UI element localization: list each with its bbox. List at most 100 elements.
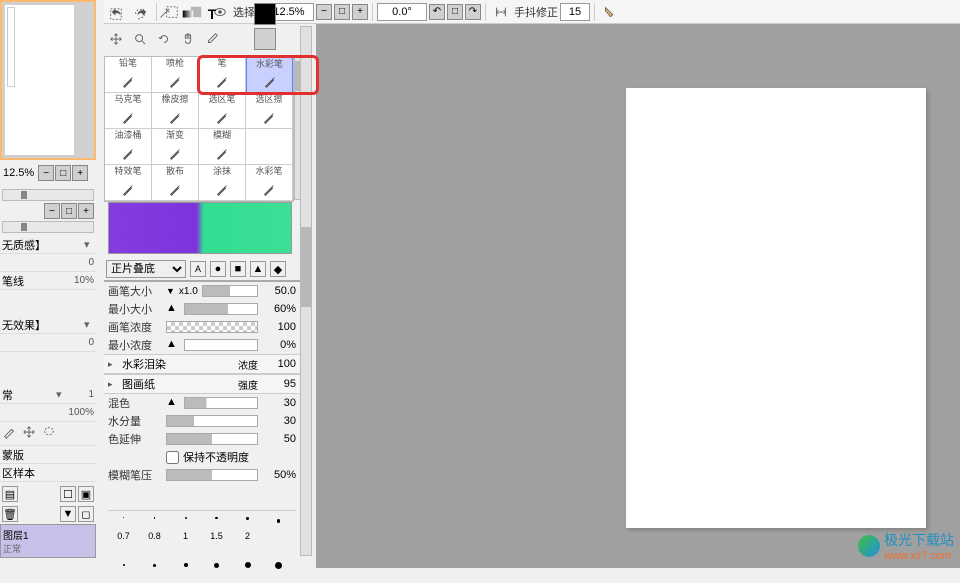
- size-preset[interactable]: [170, 547, 201, 583]
- navigator-canvas[interactable]: [5, 5, 74, 155]
- settings-scrollbar[interactable]: [300, 26, 312, 556]
- size-preset[interactable]: [263, 511, 294, 547]
- layer-item[interactable]: 图层1 正常: [0, 524, 96, 558]
- hand-tool-icon[interactable]: [176, 28, 200, 50]
- brush-gradient[interactable]: 渐变: [152, 129, 199, 165]
- aa-button[interactable]: A: [190, 261, 206, 277]
- size-preset[interactable]: 0.7: [108, 511, 139, 547]
- rotation-input[interactable]: [377, 3, 427, 21]
- prop-texture[interactable]: 无质感】 ▾: [0, 236, 96, 254]
- shape-circle-button[interactable]: ●: [210, 261, 226, 277]
- brush-empty[interactable]: [246, 129, 293, 165]
- prop-normal[interactable]: 常 ▾ 1: [0, 386, 96, 404]
- pressure-icon[interactable]: ▲: [166, 396, 180, 410]
- magic-wand-icon[interactable]: [152, 3, 176, 25]
- zoom-fit-button[interactable]: □: [334, 4, 350, 20]
- canvas-page[interactable]: [626, 88, 926, 528]
- size-preset[interactable]: 1: [170, 511, 201, 547]
- size-preset[interactable]: [263, 547, 294, 583]
- merge-icon[interactable]: ▼: [60, 506, 76, 522]
- nav-btn-3[interactable]: +: [78, 203, 94, 219]
- text-icon[interactable]: T: [200, 3, 224, 25]
- shape-tri-button[interactable]: ▲: [250, 261, 266, 277]
- canvas-viewport[interactable]: [316, 24, 960, 568]
- nav-zoom-in[interactable]: +: [72, 165, 88, 181]
- clear-icon[interactable]: ◻: [78, 506, 94, 522]
- brush-fx[interactable]: 特效笔: [105, 165, 152, 201]
- prop-effect[interactable]: 无效果】 ▾: [0, 316, 96, 334]
- rotate-cw-button[interactable]: ↷: [465, 4, 481, 20]
- prop-sample[interactable]: 区样本: [0, 464, 96, 482]
- spread-slider[interactable]: [166, 433, 258, 445]
- nav-zoom-fit[interactable]: □: [55, 165, 71, 181]
- gradient-icon[interactable]: [176, 3, 200, 25]
- eyedropper-icon[interactable]: [200, 28, 224, 50]
- pressure-icon[interactable]: ▲: [166, 338, 180, 352]
- brush-seleraser[interactable]: 选区擦: [246, 93, 293, 129]
- rotate-tool-icon[interactable]: [152, 28, 176, 50]
- brush-watercolor[interactable]: 水彩笔: [246, 57, 293, 93]
- brush-smudge[interactable]: 涂抹: [199, 165, 246, 201]
- brush-scatter[interactable]: 散布: [152, 165, 199, 201]
- brush-eraser[interactable]: 橡皮擦: [152, 93, 199, 129]
- zoom-out-button[interactable]: −: [316, 4, 332, 20]
- nav-btn-2[interactable]: □: [61, 203, 77, 219]
- keep-opacity-checkbox[interactable]: [166, 451, 179, 464]
- foreground-color[interactable]: [254, 3, 276, 25]
- move-tool-icon[interactable]: [104, 28, 128, 50]
- rotate-reset-button[interactable]: □: [447, 4, 463, 20]
- brush-icon[interactable]: [2, 425, 16, 442]
- rotate-ccw-button[interactable]: ↶: [429, 4, 445, 20]
- nav-slider-2[interactable]: [2, 221, 94, 233]
- background-color[interactable]: [254, 28, 276, 50]
- nav-slider-1[interactable]: [2, 189, 94, 201]
- trash-icon[interactable]: 🗑: [2, 506, 18, 522]
- prop-mask[interactable]: 蒙版: [0, 446, 96, 464]
- paper-section[interactable]: ▸ 图画纸 强度 95: [104, 374, 300, 394]
- rect-select-icon[interactable]: [104, 3, 128, 25]
- nav-btn-1[interactable]: −: [44, 203, 60, 219]
- layer-stack-icon[interactable]: ▤: [2, 486, 18, 502]
- brush-size-slider[interactable]: [202, 285, 258, 297]
- blend-mode-select[interactable]: 正片叠底: [106, 260, 186, 278]
- zoom-tool-icon[interactable]: [128, 28, 152, 50]
- brush-marker[interactable]: 马克笔: [105, 93, 152, 129]
- zoom-in-button[interactable]: +: [352, 4, 368, 20]
- blur-pressure-slider[interactable]: [166, 469, 258, 481]
- brush-airbrush[interactable]: 喷枪: [152, 57, 199, 93]
- size-preset[interactable]: 1.5: [201, 511, 232, 547]
- size-preset[interactable]: 2: [232, 511, 263, 547]
- size-preset[interactable]: [108, 547, 139, 583]
- brush-label: 选区笔: [208, 94, 235, 104]
- new-layer-icon[interactable]: ☐: [60, 486, 76, 502]
- brush-pen[interactable]: 笔: [199, 57, 246, 93]
- size-preset[interactable]: [201, 547, 232, 583]
- move-icon[interactable]: [22, 425, 36, 442]
- min-size-slider[interactable]: [184, 303, 258, 315]
- brush-pencil[interactable]: 铅笔: [105, 57, 152, 93]
- size-preset[interactable]: [232, 547, 263, 583]
- lasso-icon[interactable]: [42, 425, 56, 442]
- bleed-section[interactable]: ▸ 水彩泪染 浓度 100: [104, 354, 300, 374]
- brush-dropdown-button[interactable]: [599, 2, 621, 22]
- size-preset[interactable]: 0.8: [139, 511, 170, 547]
- brush-blur[interactable]: 模糊: [199, 129, 246, 165]
- prop-line[interactable]: 笔线 10%: [0, 272, 96, 290]
- mix-slider[interactable]: [184, 397, 258, 409]
- shape-square-button[interactable]: ■: [230, 261, 246, 277]
- water-slider[interactable]: [166, 415, 258, 427]
- flip-h-button[interactable]: [490, 2, 512, 22]
- lasso-select-icon[interactable]: [128, 3, 152, 25]
- size-preset[interactable]: [139, 547, 170, 583]
- nav-zoom-out[interactable]: −: [38, 165, 54, 181]
- min-density-slider[interactable]: [184, 339, 258, 351]
- brush-watercolor2[interactable]: 水彩笔: [246, 165, 293, 201]
- stabilizer-input[interactable]: [560, 3, 590, 21]
- new-group-icon[interactable]: ▣: [78, 486, 94, 502]
- chevron-down-icon[interactable]: ▼: [166, 286, 175, 296]
- pressure-icon[interactable]: ▲: [166, 302, 180, 316]
- shape-custom-button[interactable]: ◆: [270, 261, 286, 277]
- brush-bucket[interactable]: 油漆桶: [105, 129, 152, 165]
- density-slider[interactable]: [166, 321, 258, 333]
- brush-selpen[interactable]: 选区笔: [199, 93, 246, 129]
